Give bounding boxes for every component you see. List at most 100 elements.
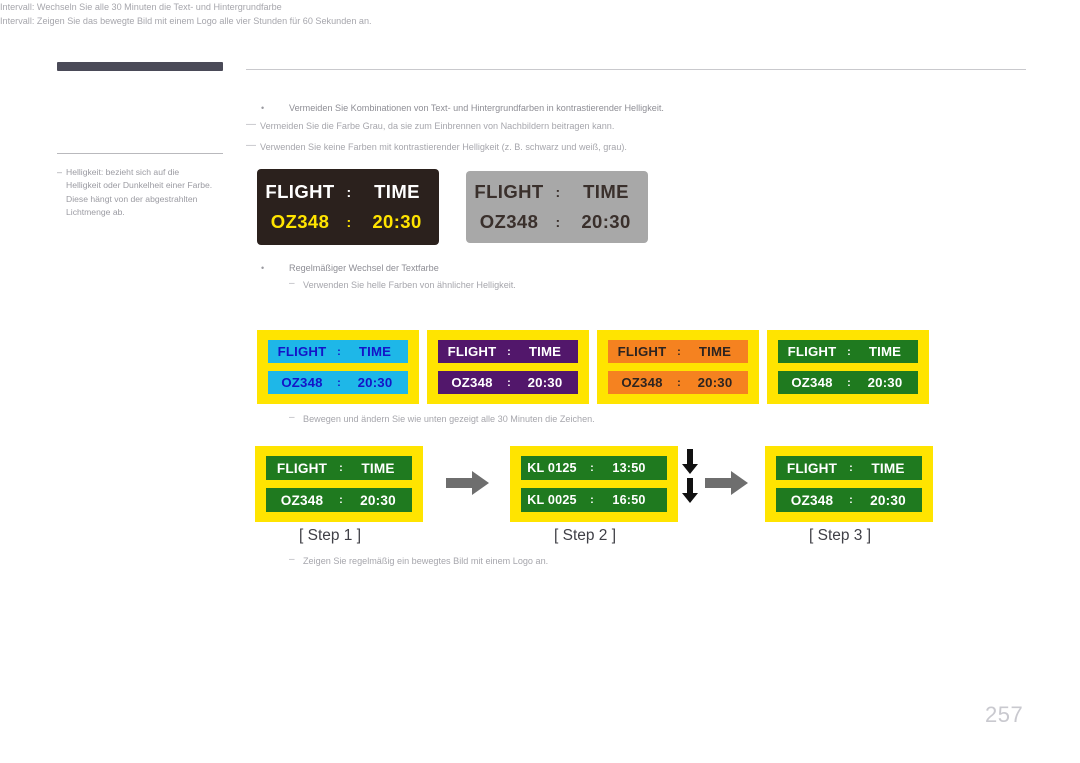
flight-label: FLIGHT xyxy=(447,344,497,359)
section4-dash-line: – Zeigen Sie regelmäßig ein bewegtes Bil… xyxy=(289,554,548,568)
flight-time-value: 20:30 xyxy=(601,488,657,491)
colon-separator: : xyxy=(590,494,594,506)
intro-dash-row-2: — Verwenden Sie keine Farben mit kontras… xyxy=(246,140,627,154)
manual-page: – Helligkeit: bezieht sich auf die Helli… xyxy=(0,0,1080,763)
step1-panel: FLIGHT : TIME OZ348 : 20:30 xyxy=(255,446,423,522)
step2-scroll-window-top: OP0310 : 24:20 KL 0125 : 13:50 xyxy=(521,456,667,480)
em-dash-glyph-icon: — xyxy=(246,119,256,130)
flight-label: FLIGHT xyxy=(277,344,327,359)
flight-label: FLIGHT xyxy=(265,181,335,202)
colon-separator: : xyxy=(339,494,343,506)
step3-caption: [ Step 3 ] xyxy=(809,527,872,544)
content-top-divider xyxy=(246,69,1026,70)
section2-dash-text: Verwenden Sie helle Farben von ähnlicher… xyxy=(303,280,516,290)
intro-dash-line-1: — Vermeiden Sie die Farbe Grau, da sie z… xyxy=(246,119,614,133)
en-dash-glyph-icon: – xyxy=(289,554,295,565)
flight-label: FLIGHT xyxy=(617,344,667,359)
flight-panel-gray-header: FLIGHT : TIME xyxy=(473,181,641,203)
section3-dash-line: – Bewegen und ändern Sie wie unten gezei… xyxy=(289,412,595,426)
step2-caption: [ Step 2 ] xyxy=(554,527,617,544)
flight-time-value: 13:50 xyxy=(612,461,646,475)
flight-panel-orange-value: OZ348 : 20:30 xyxy=(608,371,748,394)
flight-code-value: OZ348 xyxy=(790,492,834,508)
flight-code-value: OZ348 xyxy=(791,375,833,390)
time-label: TIME xyxy=(698,344,732,359)
flight-code-value: EA0110 xyxy=(521,488,583,491)
intro-bullet-text: Vermeiden Sie Kombinationen von Text- un… xyxy=(289,103,664,113)
flight-panel-purple-value: OZ348 : 20:30 xyxy=(438,371,578,394)
step3-panel: FLIGHT : TIME OZ348 : 20:30 xyxy=(765,446,933,522)
right-arrow-icon xyxy=(705,470,749,501)
en-dash-glyph-icon: – xyxy=(289,412,295,423)
time-label: TIME xyxy=(868,344,902,359)
step1-caption: [ Step 1 ] xyxy=(299,527,362,544)
sidebar-note-line-1: Helligkeit: bezieht sich auf die xyxy=(66,167,180,177)
sidebar: – Helligkeit: bezieht sich auf die Helli… xyxy=(57,62,223,217)
colon-separator: : xyxy=(507,345,511,358)
colon-separator: : xyxy=(583,456,601,458)
flight-panel-purple: FLIGHT : TIME OZ348 : 20:30 xyxy=(427,330,589,404)
time-label: TIME xyxy=(374,181,420,202)
sidebar-note-line-3: Diese hängt von der abgestrahlten xyxy=(66,193,198,204)
flight-panel-orange-header: FLIGHT : TIME xyxy=(608,340,748,363)
colon-separator: : xyxy=(337,376,341,389)
flight-panel-dark-header: FLIGHT : TIME xyxy=(264,181,432,203)
flight-label: FLIGHT xyxy=(474,181,544,202)
flight-time-value: 24:20 xyxy=(601,456,657,459)
section3-dash-text: Bewegen und ändern Sie wie unten gezeigt… xyxy=(303,414,595,424)
flight-code-value: OZ348 xyxy=(270,211,330,232)
step2-panel: OP0310 : 24:20 KL 0125 : 13:50 EA0110 : … xyxy=(510,446,678,522)
section2-bullet-text: Regelmäßiger Wechsel der Textfarbe xyxy=(289,263,439,273)
flight-time-value: 20:30 xyxy=(867,375,903,390)
step2-scroll-line-4: KL 0025 : 16:50 xyxy=(521,493,667,507)
sidebar-header-bar xyxy=(57,62,223,71)
sidebar-note-line-2: Helligkeit oder Dunkelheit einer Farbe. xyxy=(66,180,213,191)
colon-separator: : xyxy=(346,184,352,200)
flight-panel-cyan: FLIGHT : TIME OZ348 : 20:30 xyxy=(257,330,419,404)
intro-dash-line-2: — Verwenden Sie keine Farben mit kontras… xyxy=(246,140,627,154)
flight-time-value: 20:30 xyxy=(581,211,631,232)
section2-bullet-row: • Regelmäßiger Wechsel der Textfarbe xyxy=(261,261,439,275)
time-label: TIME xyxy=(871,460,905,476)
colon-separator: : xyxy=(346,214,352,230)
colon-separator: : xyxy=(677,345,681,358)
section2-dash-row: – Verwenden Sie helle Farben von ähnlich… xyxy=(289,278,516,292)
section2-detail-text: Intervall: Wechseln Sie alle 30 Minuten … xyxy=(0,2,282,12)
down-arrow-icon xyxy=(681,478,699,509)
flight-panel-cyan-header: FLIGHT : TIME xyxy=(268,340,408,363)
flight-code-value: OZ348 xyxy=(280,492,324,508)
colon-separator: : xyxy=(339,462,343,474)
flight-code-value: KL 0025 xyxy=(527,493,577,507)
sidebar-note: – Helligkeit: bezieht sich auf die Helli… xyxy=(57,166,227,220)
section4-dash-text: Zeigen Sie regelmäßig ein bewegtes Bild … xyxy=(303,556,549,566)
colon-separator: : xyxy=(590,462,594,474)
flight-code-value: OZ348 xyxy=(451,375,493,390)
intro-dash-text-2: Verwenden Sie keine Farben mit kontrasti… xyxy=(260,142,627,152)
step3-value-row: OZ348 : 20:30 xyxy=(776,488,922,512)
step2-scroll-line-1: OP0310 : 24:20 xyxy=(521,456,667,459)
time-label: TIME xyxy=(583,181,629,202)
section3-dash-row: – Bewegen und ändern Sie wie unten gezei… xyxy=(289,412,595,426)
right-arrow-icon xyxy=(446,470,490,501)
step2-scroll-window-bottom: EA0110 : 20:30 KL 0025 : 16:50 xyxy=(521,488,667,512)
flight-panel-dark: FLIGHT : TIME OZ348 : 20:30 xyxy=(257,169,439,245)
flight-panel-gray: FLIGHT : TIME OZ348 : 20:30 xyxy=(466,171,648,243)
flight-code-value: OZ348 xyxy=(479,211,539,232)
flight-code-value: OP0310 xyxy=(521,456,583,459)
colon-separator: : xyxy=(847,376,851,389)
sidebar-note-line-4: Lichtmenge ab. xyxy=(66,207,125,218)
flight-label: FLIGHT xyxy=(787,344,837,359)
bullet-glyph-icon: • xyxy=(261,103,265,113)
step3-header-row: FLIGHT : TIME xyxy=(776,456,922,480)
en-dash-glyph-icon: – xyxy=(289,278,295,289)
em-dash-glyph-icon: — xyxy=(246,140,256,151)
intro-bullet-row: • Vermeiden Sie Kombinationen von Text- … xyxy=(261,101,664,115)
intro-dash-text-1: Vermeiden Sie die Farbe Grau, da sie zum… xyxy=(260,121,615,131)
colon-separator: : xyxy=(507,376,511,389)
flight-panel-green-value: OZ348 : 20:30 xyxy=(778,371,918,394)
step1-value-row: OZ348 : 20:30 xyxy=(266,488,412,512)
flight-panel-gray-value: OZ348 : 20:30 xyxy=(473,211,641,233)
section4-detail-text: Intervall: Zeigen Sie das bewegte Bild m… xyxy=(0,16,372,26)
section4-dash-row: – Zeigen Sie regelmäßig ein bewegtes Bil… xyxy=(289,554,548,568)
flight-time-value: 16:50 xyxy=(612,493,646,507)
